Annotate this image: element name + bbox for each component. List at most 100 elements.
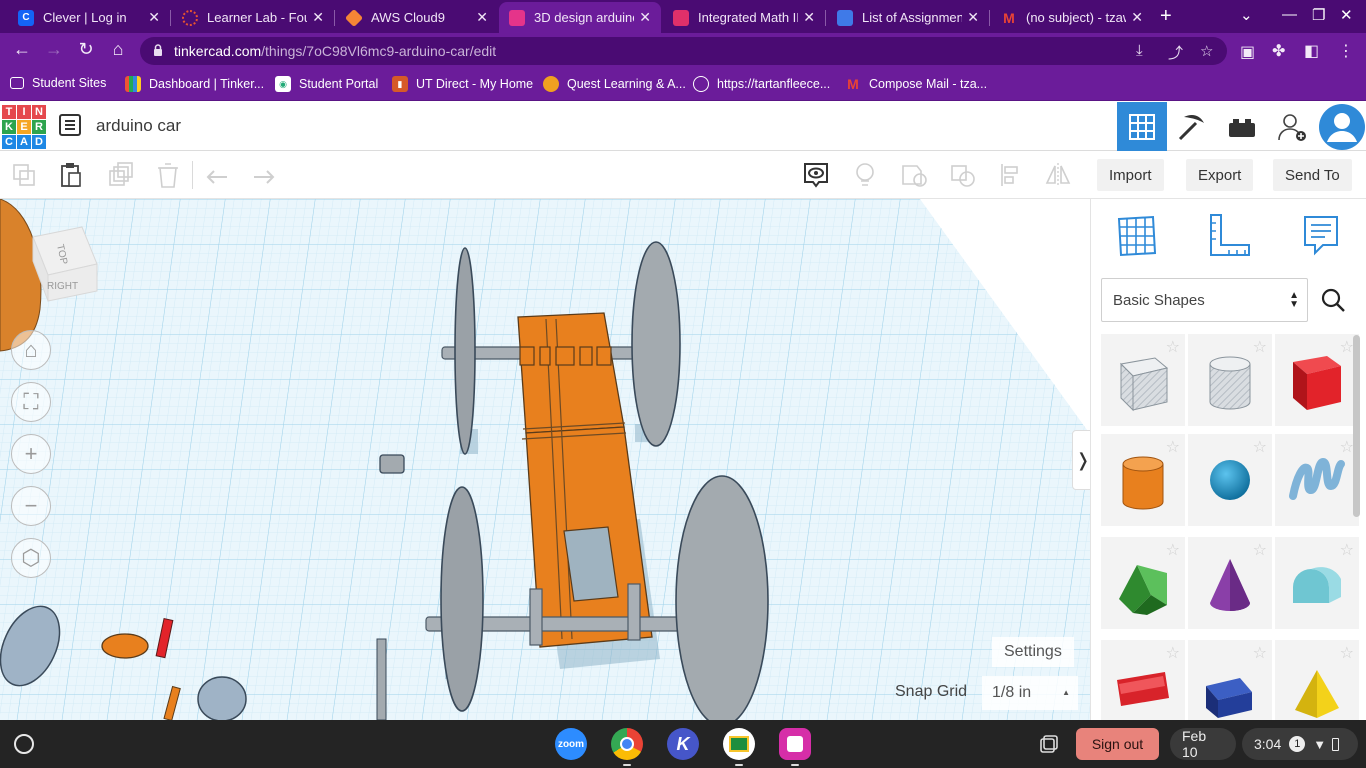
tab-learner-lab[interactable]: Learner Lab - Foun ✕ xyxy=(172,2,335,33)
show-all-icon[interactable] xyxy=(802,161,830,189)
tab-clever[interactable]: C Clever | Log in ✕ xyxy=(8,2,171,33)
extension-icon[interactable]: ▣ xyxy=(1240,42,1255,62)
fit-view-button[interactable]: ⛶ xyxy=(11,382,51,422)
mirror-icon[interactable] xyxy=(1044,161,1072,189)
zoom-out-button[interactable]: − xyxy=(11,486,51,526)
tab-gmail[interactable]: M (no subject) - tzaw ✕ xyxy=(991,2,1153,33)
favorite-star-icon[interactable]: ☆ xyxy=(1253,437,1267,457)
address-bar[interactable]: tinkercad.com/things/7oC98Vl6mc9-arduino… xyxy=(140,37,1227,65)
send-to-button[interactable]: Send To xyxy=(1273,159,1352,191)
tab-aws-cloud9[interactable]: AWS Cloud9 ✕ xyxy=(336,2,498,33)
tab-list-of-assignments[interactable]: List of Assignmen ✕ xyxy=(827,2,990,33)
favorite-star-icon[interactable]: ☆ xyxy=(1340,337,1354,357)
close-tab-icon[interactable]: ✕ xyxy=(1131,9,1143,26)
bookmark-student-portal[interactable]: ◉ Student Portal xyxy=(275,76,378,92)
share-icon[interactable]: ⤴ xyxy=(1168,42,1183,63)
workplane-tool-icon[interactable] xyxy=(1115,213,1159,257)
date-tray[interactable]: Feb 10 xyxy=(1170,728,1236,760)
site-info-icon[interactable] xyxy=(151,43,165,57)
close-window-icon[interactable]: ✕ xyxy=(1340,6,1353,24)
new-tab-icon[interactable]: + xyxy=(1160,5,1172,28)
install-app-icon[interactable]: ⤓ xyxy=(1136,42,1143,59)
tab-search-chevron-icon[interactable]: ⌄ xyxy=(1240,6,1253,24)
hole-ellipse-shape[interactable] xyxy=(197,676,247,720)
front-left-wheel[interactable] xyxy=(440,486,484,712)
favorite-star-icon[interactable]: ☆ xyxy=(1253,337,1267,357)
align-icon[interactable] xyxy=(998,161,1026,189)
duplicate-icon[interactable] xyxy=(106,161,134,189)
restore-icon[interactable]: ❐ xyxy=(1312,6,1325,24)
workplane-scene[interactable]: TOP RIGHT xyxy=(0,199,1090,720)
close-tab-icon[interactable]: ✕ xyxy=(476,9,488,26)
ortho-view-button[interactable]: ⬡ xyxy=(11,538,51,578)
favorite-star-icon[interactable]: ☆ xyxy=(1253,643,1267,663)
chrome-app-icon[interactable] xyxy=(611,728,643,760)
import-button[interactable]: Import xyxy=(1097,159,1164,191)
design-menu-icon[interactable] xyxy=(59,114,81,136)
kami-app-icon[interactable]: K xyxy=(667,728,699,760)
bookmark-compose-mail[interactable]: M Compose Mail - tza... xyxy=(845,76,987,92)
shape-scribble[interactable]: ☆ xyxy=(1275,434,1359,526)
bookmark-student-sites[interactable]: Student Sites xyxy=(10,76,106,90)
tinkercad-logo[interactable]: T I N K E R C A D xyxy=(2,105,46,149)
codeblocks-button[interactable] xyxy=(1167,102,1217,151)
bricks-button[interactable] xyxy=(1217,102,1267,151)
minimize-icon[interactable]: — xyxy=(1282,6,1297,23)
shape-cone[interactable]: ☆ xyxy=(1188,537,1272,629)
favorite-star-icon[interactable]: ☆ xyxy=(1166,437,1180,457)
rear-right-wheel[interactable] xyxy=(631,241,681,447)
snap-grid-select[interactable]: 1/8 in ▲ xyxy=(982,676,1078,710)
favorite-star-icon[interactable]: ☆ xyxy=(1340,643,1354,663)
bookmark-dashboard-tinkercad[interactable]: Dashboard | Tinker... xyxy=(125,76,264,92)
reload-icon[interactable]: ↻ xyxy=(74,39,98,60)
shape-search-button[interactable] xyxy=(1309,278,1357,322)
back-arrow-icon[interactable]: ← xyxy=(10,39,34,60)
favorite-star-icon[interactable]: ☆ xyxy=(1166,337,1180,357)
shape-half-sphere[interactable]: ☆ xyxy=(1188,640,1272,720)
url-text[interactable]: tinkercad.com/things/7oC98Vl6mc9-arduino… xyxy=(174,43,496,59)
shape-pyramid[interactable]: ☆ xyxy=(1275,640,1359,720)
copy-icon[interactable] xyxy=(10,161,38,189)
orange-ring-shape[interactable] xyxy=(101,633,149,659)
close-tab-icon[interactable]: ✕ xyxy=(967,9,979,26)
shape-box-hole[interactable]: ☆ xyxy=(1101,334,1185,426)
zoom-app-icon[interactable]: zoom xyxy=(555,728,587,760)
jamboard-app-icon[interactable] xyxy=(779,728,811,760)
close-tab-icon[interactable]: ✕ xyxy=(803,9,815,26)
delete-trash-icon[interactable] xyxy=(154,161,182,189)
bookmark-star-icon[interactable]: ☆ xyxy=(1200,42,1213,60)
lightbulb-icon[interactable] xyxy=(851,161,879,189)
favorite-star-icon[interactable]: ☆ xyxy=(1166,643,1180,663)
shape-text[interactable]: ☆ xyxy=(1101,640,1185,720)
bookmark-ut-direct[interactable]: ▮ UT Direct - My Home xyxy=(392,76,533,92)
paste-icon[interactable] xyxy=(57,161,85,189)
side-panel-icon[interactable]: ◧ xyxy=(1304,41,1319,61)
puzzle-extensions-icon[interactable]: ✤ xyxy=(1272,41,1285,61)
3d-view-button[interactable] xyxy=(1117,102,1167,151)
shape-category-select[interactable]: Basic Shapes ▲ ▼ xyxy=(1101,278,1308,322)
favorite-star-icon[interactable]: ☆ xyxy=(1340,540,1354,560)
close-tab-icon[interactable]: ✕ xyxy=(639,9,651,26)
gray-rod-shape[interactable] xyxy=(376,638,387,720)
status-tray[interactable]: 3:04 1 ▼ xyxy=(1242,728,1358,760)
shape-round-roof[interactable]: ☆ xyxy=(1275,537,1359,629)
favorite-star-icon[interactable]: ☆ xyxy=(1340,437,1354,457)
tab-3d-design[interactable]: 3D design arduino ✕ xyxy=(499,2,661,33)
favorite-star-icon[interactable]: ☆ xyxy=(1166,540,1180,560)
ungroup-icon[interactable] xyxy=(949,161,977,189)
undo-icon[interactable] xyxy=(203,161,231,189)
sign-out-button[interactable]: Sign out xyxy=(1076,728,1159,760)
bookmark-quest-learning[interactable]: Quest Learning & A... xyxy=(543,76,686,92)
home-view-button[interactable]: ⌂ xyxy=(11,330,51,370)
panel-scrollbar[interactable] xyxy=(1353,335,1360,517)
workplane-settings-button[interactable]: Settings xyxy=(992,637,1074,667)
invite-button[interactable] xyxy=(1267,102,1317,151)
launcher-icon[interactable] xyxy=(14,734,34,754)
workplane-canvas[interactable]: TOP RIGHT ⌂ ⛶ + − ⬡ Settings Snap Grid 1… xyxy=(0,199,1090,720)
small-connector-piece[interactable] xyxy=(379,454,405,474)
favorite-star-icon[interactable]: ☆ xyxy=(1253,540,1267,560)
zoom-in-button[interactable]: + xyxy=(11,434,51,474)
export-button[interactable]: Export xyxy=(1186,159,1254,191)
home-icon[interactable]: ⌂ xyxy=(106,39,130,60)
tote-button[interactable] xyxy=(1034,728,1064,760)
